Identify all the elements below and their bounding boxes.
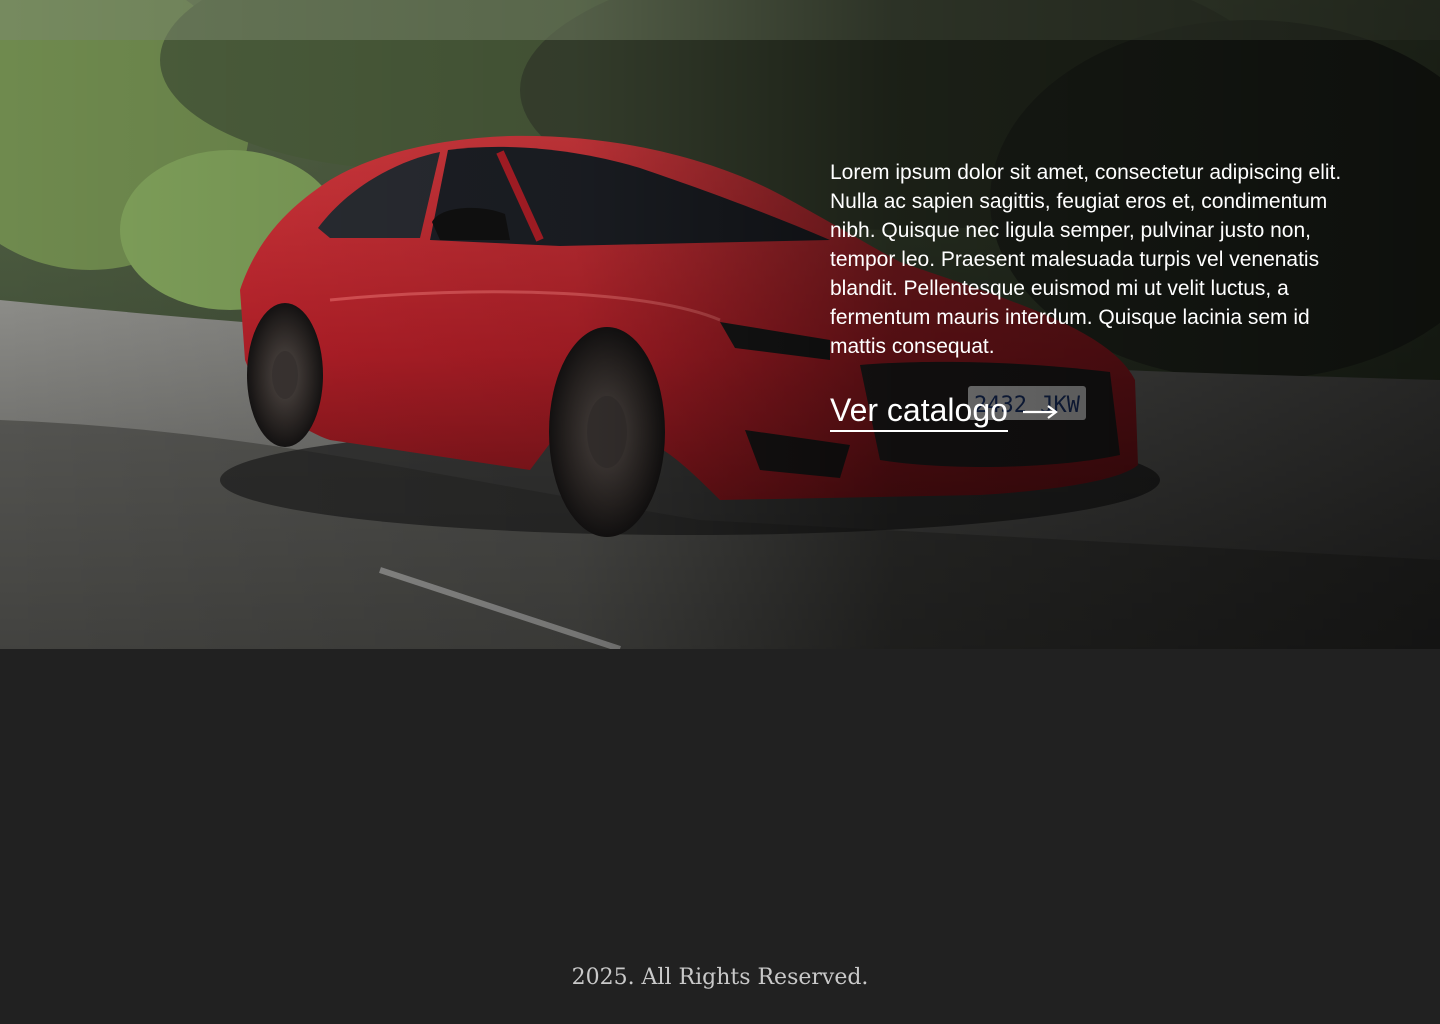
hero-description: Lorem ipsum dolor sit amet, consectetur … [830, 161, 1342, 358]
copyright-text: 2025. All Rights Reserved. [571, 965, 869, 990]
hero-banner: 2432 JKW Lorem ipsum dolor sit amet, con… [0, 0, 1440, 649]
footer: 2025. All Rights Reserved. [0, 965, 1440, 990]
arrow-right-icon [1022, 404, 1058, 419]
hero-content: Lorem ipsum dolor sit amet, consectetur … [830, 158, 1370, 432]
catalog-link[interactable]: Ver catalogo [830, 391, 1058, 432]
catalog-link-label: Ver catalogo [830, 391, 1008, 432]
